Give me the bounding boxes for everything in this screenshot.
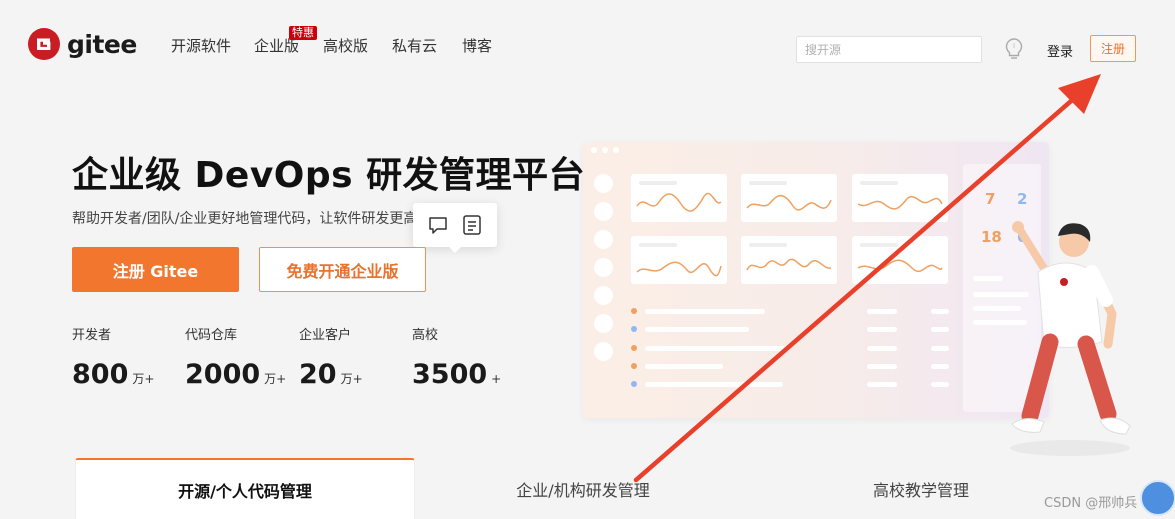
calendar-number: 2	[1017, 190, 1028, 208]
chart-card	[852, 236, 948, 284]
text-selection-popover	[413, 203, 497, 253]
chart-card	[631, 174, 727, 222]
stat-label: 企业客户	[299, 328, 352, 343]
hero-subtitle: 帮助开发者/团队/企业更好地管理代码，让软件研发更高效	[72, 211, 432, 227]
stat-repositories: 代码仓库 2000 万+	[185, 324, 286, 390]
stat-value: 2000	[185, 359, 261, 390]
nav-item-private-cloud[interactable]: 私有云	[392, 35, 437, 56]
stat-universities: 高校 3500 +	[412, 324, 501, 390]
stat-value: 20	[299, 359, 337, 390]
stat-unit: 万+	[340, 372, 363, 386]
stat-unit: +	[491, 372, 502, 386]
nav-item-open-source[interactable]: 开源软件	[171, 35, 231, 56]
signup-button[interactable]: 注册	[1090, 35, 1136, 62]
gitee-logo-icon	[28, 28, 60, 60]
stat-value: 3500	[412, 359, 488, 390]
developer-character-illustration	[990, 220, 1140, 460]
hero-title: 企业级 DevOps 研发管理平台	[72, 155, 586, 196]
comment-icon[interactable]	[427, 214, 449, 236]
calendar-number: 7	[985, 190, 996, 208]
logo-text: gitee	[67, 29, 137, 59]
tab-open-source-personal[interactable]: 开源/个人代码管理	[75, 458, 415, 519]
register-gitee-button[interactable]: 注册 Gitee	[72, 247, 239, 292]
chart-card	[852, 174, 948, 222]
mock-dashboard-window: 7 2 18 6	[583, 142, 1049, 418]
dashboard-illustration: 7 2 18 6	[583, 142, 1049, 418]
lightbulb-icon[interactable]	[1003, 37, 1025, 61]
stat-label: 开发者	[72, 328, 112, 343]
chart-card	[631, 236, 727, 284]
gitee-logo[interactable]: gitee	[28, 28, 137, 60]
csdn-watermark: CSDN @邢帅兵	[1044, 496, 1138, 511]
tab-university-teaching[interactable]: 高校教学管理	[751, 458, 1091, 519]
promo-badge: 特惠	[289, 26, 317, 40]
stat-label: 代码仓库	[185, 328, 238, 343]
stat-unit: 万+	[132, 372, 155, 386]
stat-value: 800	[72, 359, 129, 390]
search-input[interactable]	[796, 36, 982, 63]
floating-badge-icon[interactable]	[1140, 480, 1175, 516]
nav-item-enterprise[interactable]: 企业版 特惠	[254, 26, 317, 56]
free-enterprise-button[interactable]: 免费开通企业版	[259, 247, 426, 292]
stat-label: 高校	[412, 328, 439, 343]
chart-card	[741, 174, 837, 222]
nav-item-university[interactable]: 高校版	[323, 35, 368, 56]
chart-card	[741, 236, 837, 284]
stat-enterprise-customers: 企业客户 20 万+	[299, 324, 363, 390]
note-icon[interactable]	[461, 214, 483, 236]
nav-item-blog[interactable]: 博客	[462, 35, 492, 56]
stat-developers: 开发者 800 万+	[72, 324, 154, 390]
tab-enterprise-org[interactable]: 企业/机构研发管理	[415, 458, 751, 519]
login-link[interactable]: 登录	[1047, 41, 1073, 60]
stat-unit: 万+	[264, 372, 287, 386]
